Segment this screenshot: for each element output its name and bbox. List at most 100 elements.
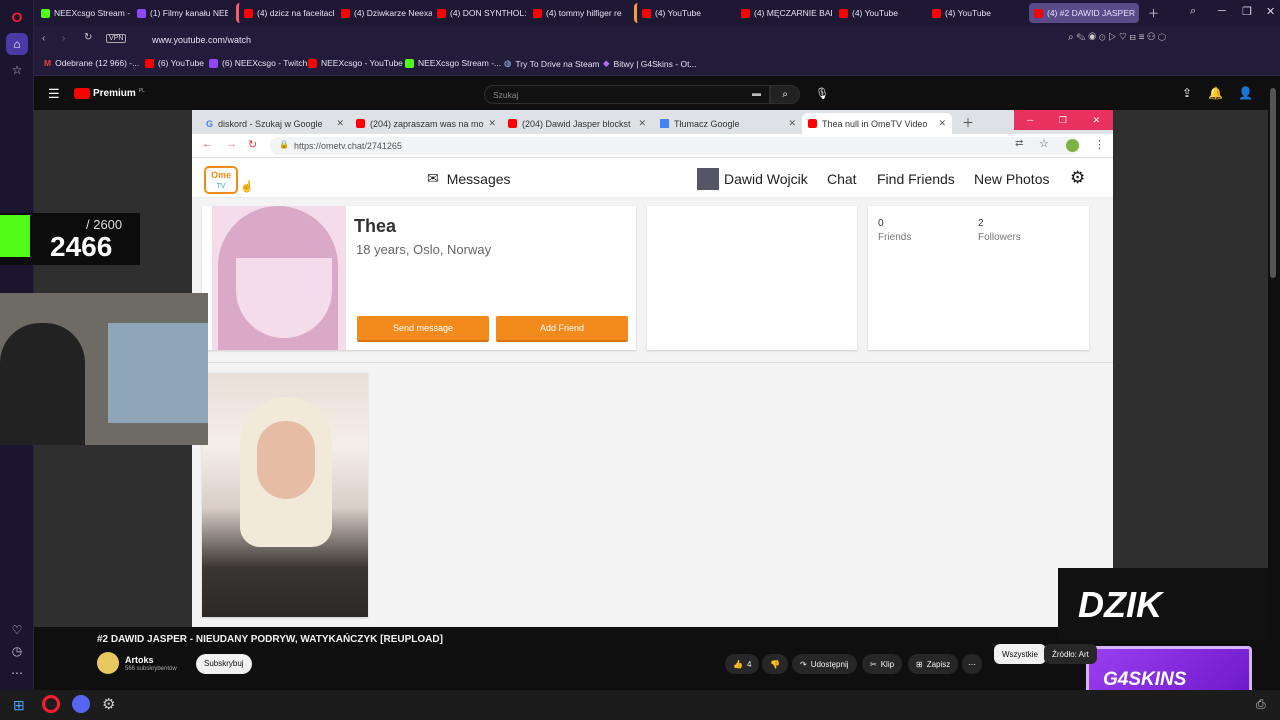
friends-label[interactable]: Friends: [878, 232, 911, 243]
youtube-logo[interactable]: Premium PL: [74, 88, 145, 99]
browser-tab[interactable]: (4) dzicz na faceitach: [236, 3, 334, 23]
translate-page-icon[interactable]: ⇄: [1015, 138, 1023, 149]
like-button[interactable]: 👍 4: [725, 654, 760, 674]
browser-tab[interactable]: (1) Filmy kanału NEEX: [132, 3, 228, 23]
maximize-icon[interactable]: ❐: [1059, 115, 1067, 126]
windows-start-icon[interactable]: ⊞: [13, 697, 25, 714]
minimize-icon[interactable]: ─: [1027, 115, 1033, 125]
dislike-button[interactable]: 👎: [762, 654, 788, 674]
browser-tab[interactable]: (4) DON SYNTHOL: K: [432, 3, 528, 23]
forward-icon[interactable]: ›: [62, 33, 65, 44]
bookmark-item[interactable]: ◍ Try To Drive na Steam: [504, 58, 600, 69]
close-tab-icon[interactable]: ✕: [638, 118, 646, 129]
bookmark-item[interactable]: NEEXcsgo - YouTube: [308, 58, 403, 68]
bookmark-item[interactable]: ◆ Bitwy | G4Skins - Ot...: [603, 58, 697, 69]
send-message-button[interactable]: Send message: [357, 316, 489, 342]
maximize-icon[interactable]: ❐: [1242, 5, 1252, 18]
tray-icon[interactable]: ⎙: [1256, 697, 1266, 712]
more-icon[interactable]: ⋯: [6, 662, 28, 684]
home-icon[interactable]: ⌂: [6, 33, 28, 55]
minimize-icon[interactable]: ─: [1218, 5, 1226, 17]
browser-tab[interactable]: (4) MĘCZARNIE BARC: [736, 3, 832, 23]
back-icon[interactable]: ←: [202, 138, 213, 150]
browser-tab[interactable]: NEEXcsgo Stream - W: [36, 3, 132, 23]
channel-name[interactable]: Artoks: [125, 655, 154, 665]
clip-button[interactable]: ✂ Klip: [862, 654, 903, 674]
bookmark-item[interactable]: M Odebrane (12 966) -...: [44, 58, 139, 68]
inner-tab[interactable]: Tłumacz Google ✕: [654, 113, 802, 134]
inner-tab[interactable]: (204) Dawid Jasper blockst ✕: [502, 113, 652, 134]
browser-tab[interactable]: (4) Dziwkarze Neexa: [336, 3, 432, 23]
close-icon[interactable]: ✕: [1266, 5, 1275, 18]
new-tab-icon[interactable]: ＋: [1148, 5, 1159, 21]
opera-logo-icon[interactable]: O: [6, 6, 28, 28]
inner-tab[interactable]: (204) zapraszam was na mo ✕: [350, 113, 500, 134]
forward-icon[interactable]: →: [226, 138, 237, 150]
browser-tab[interactable]: (4) tommy hilfiger re: [528, 3, 624, 23]
browser-tab[interactable]: (4) YouTube: [927, 3, 1019, 23]
nav-find-friends[interactable]: Find Friends: [877, 171, 955, 187]
extension-icon[interactable]: [1066, 139, 1079, 152]
nav-new-photos[interactable]: New Photos: [974, 171, 1049, 187]
reload-icon[interactable]: ↻: [248, 138, 257, 151]
browser-tab[interactable]: (4) YouTube: [634, 3, 734, 23]
microphone-icon[interactable]: 🎙: [815, 87, 829, 100]
nav-user[interactable]: Dawid Wojcik: [697, 168, 808, 190]
stats-card: 0 Friends 2 Followers: [868, 206, 1089, 350]
inner-tab[interactable]: Gdiskord - Szukaj w Google ✕: [200, 113, 350, 134]
score-value: 2466: [50, 231, 113, 262]
history-icon[interactable]: ◷: [6, 640, 28, 662]
app-taskbar-icon[interactable]: ⚙: [102, 695, 115, 713]
inner-url-field[interactable]: 🔒 https://ometv.chat/2741265: [270, 137, 1080, 155]
browser-tab-active[interactable]: (4) #2 DAWID JASPER: [1029, 3, 1139, 23]
search-button[interactable]: ⌕: [770, 85, 800, 104]
vpn-badge[interactable]: VPN: [106, 34, 127, 43]
close-icon[interactable]: ✕: [1093, 115, 1101, 126]
filter-chip-all[interactable]: Wszystkie: [994, 644, 1046, 664]
bookmark-item[interactable]: NEEXcsgo Stream -...: [405, 58, 501, 68]
nav-chat[interactable]: Chat: [827, 171, 857, 187]
inner-tab-active[interactable]: Thea null in OmeTV Video ✕: [802, 113, 952, 134]
discord-taskbar-icon[interactable]: [72, 695, 90, 713]
youtube-icon: [437, 8, 446, 18]
search-tabs-icon[interactable]: ⌕: [1190, 5, 1196, 18]
close-tab-icon[interactable]: ✕: [336, 118, 344, 129]
new-tab-icon[interactable]: ＋: [962, 114, 974, 131]
keyboard-icon[interactable]: ▬: [752, 88, 761, 98]
heart-icon[interactable]: ♡: [6, 619, 28, 641]
back-icon[interactable]: ‹: [42, 33, 45, 44]
nav-messages[interactable]: ✉ Messages: [427, 170, 511, 187]
add-friend-button[interactable]: Add Friend: [496, 316, 628, 342]
close-tab-icon[interactable]: ✕: [788, 118, 796, 129]
more-menu-icon[interactable]: ⋮: [1094, 138, 1105, 151]
avatar[interactable]: 👤: [1238, 86, 1253, 100]
notifications-icon[interactable]: 🔔: [1208, 86, 1223, 100]
profile-photo[interactable]: [202, 373, 368, 617]
browser-tab[interactable]: (4) YouTube: [834, 3, 926, 23]
search-input[interactable]: Szukaj: [484, 85, 770, 104]
bookmark-item[interactable]: (6) NEEXcsgo - Twitch: [209, 58, 307, 68]
star-icon[interactable]: ☆: [6, 59, 28, 81]
google-icon: G: [206, 118, 214, 129]
bookmark-star-icon[interactable]: ☆: [1039, 137, 1049, 150]
filter-chip-source[interactable]: Źródło: Art: [1044, 644, 1097, 664]
reload-icon[interactable]: ↻: [84, 32, 92, 43]
scrollbar[interactable]: [1270, 88, 1276, 278]
youtube-icon: [508, 119, 517, 128]
kick-logo-icon: [0, 215, 30, 257]
settings-gear-icon[interactable]: ⚙: [1070, 168, 1085, 188]
close-tab-icon[interactable]: ✕: [489, 118, 497, 129]
bookmark-item[interactable]: (6) YouTube: [145, 58, 204, 68]
subscribe-button[interactable]: Subskrybuj: [196, 654, 252, 674]
address-tools-icon[interactable]: ⌕ ✎ ◉ ⊙ ▷ ♡ ⊟ ≡ ⚇ ⬡: [1068, 32, 1166, 43]
followers-label[interactable]: Followers: [978, 232, 1021, 243]
save-button[interactable]: ⊞ Zapisz: [908, 654, 959, 674]
upload-icon[interactable]: ⇪: [1182, 86, 1192, 100]
menu-icon[interactable]: ☰: [48, 86, 60, 102]
more-actions-button[interactable]: ⋯: [962, 654, 982, 674]
opera-taskbar-icon[interactable]: [42, 695, 60, 713]
ometv-logo[interactable]: Ome TV: [204, 166, 238, 194]
close-tab-icon[interactable]: ✕: [938, 118, 946, 129]
channel-avatar[interactable]: [97, 652, 119, 674]
share-button[interactable]: ↷ Udostępnij: [792, 654, 857, 674]
